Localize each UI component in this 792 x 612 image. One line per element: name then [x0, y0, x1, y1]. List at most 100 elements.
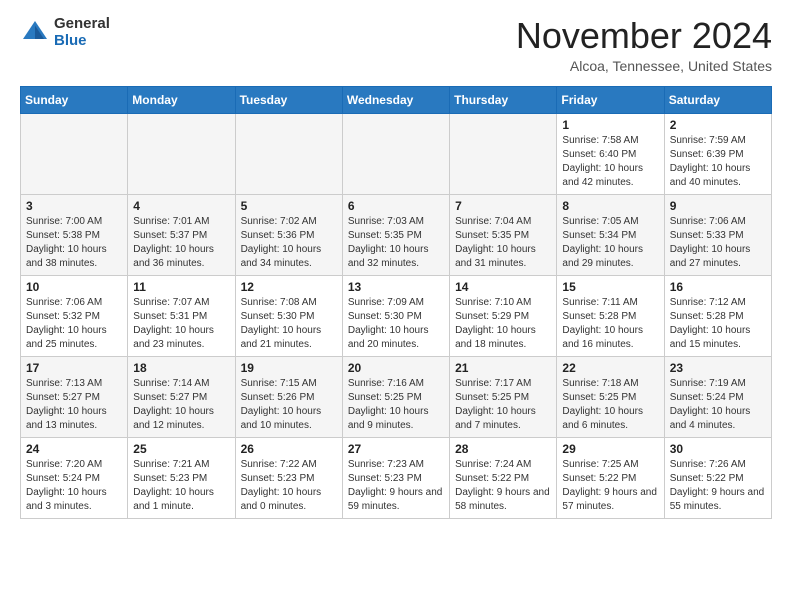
day-info: Sunrise: 7:13 AM Sunset: 5:27 PM Dayligh…	[26, 377, 122, 433]
day-info: Sunrise: 7:17 AM Sunset: 5:25 PM Dayligh…	[455, 377, 551, 433]
day-number: 12	[241, 280, 337, 294]
day-number: 6	[348, 199, 444, 213]
day-info: Sunrise: 7:22 AM Sunset: 5:23 PM Dayligh…	[241, 458, 337, 514]
calendar-cell: 4Sunrise: 7:01 AM Sunset: 5:37 PM Daylig…	[128, 194, 235, 275]
calendar-week-row: 17 Sunrise: 7:13 AM Sunset: 5:27 PM Dayli…	[21, 356, 772, 437]
calendar-cell: 12 Sunrise: 7:08 AM Sunset: 5:30 PM Dayli…	[235, 275, 342, 356]
day-info: Sunrise: 7:05 AM Sunset: 5:34 PM Dayligh…	[562, 215, 658, 271]
day-number: 10	[26, 280, 122, 294]
calendar-header-sunday: Sunday	[21, 86, 128, 113]
day-info: Sunrise: 7:59 AM Sunset: 6:39 PM Dayligh…	[670, 134, 766, 190]
day-number: 23	[670, 361, 766, 375]
calendar-header-tuesday: Tuesday	[235, 86, 342, 113]
day-number: 14	[455, 280, 551, 294]
logo-text: General Blue	[54, 16, 110, 49]
calendar-header-monday: Monday	[128, 86, 235, 113]
calendar-cell: 16 Sunrise: 7:12 AM Sunset: 5:28 PM Dayli…	[664, 275, 771, 356]
calendar-cell: 8 Sunrise: 7:05 AM Sunset: 5:34 PM Daylig…	[557, 194, 664, 275]
calendar-cell: 6 Sunrise: 7:03 AM Sunset: 5:35 PM Daylig…	[342, 194, 449, 275]
day-number: 15	[562, 280, 658, 294]
day-info: Sunrise: 7:04 AM Sunset: 5:35 PM Dayligh…	[455, 215, 551, 271]
calendar-cell: 26 Sunrise: 7:22 AM Sunset: 5:23 PM Dayli…	[235, 437, 342, 518]
day-number: 13	[348, 280, 444, 294]
calendar-cell: 20 Sunrise: 7:16 AM Sunset: 5:25 PM Dayli…	[342, 356, 449, 437]
day-number: 4	[133, 199, 229, 213]
calendar-cell: 30 Sunrise: 7:26 AM Sunset: 5:22 PM Dayli…	[664, 437, 771, 518]
calendar-cell: 24Sunrise: 7:20 AM Sunset: 5:24 PM Dayli…	[21, 437, 128, 518]
calendar-cell	[342, 113, 449, 194]
day-info: Sunrise: 7:16 AM Sunset: 5:25 PM Dayligh…	[348, 377, 444, 433]
day-info: Sunrise: 7:02 AM Sunset: 5:36 PM Dayligh…	[241, 215, 337, 271]
calendar-cell: 7 Sunrise: 7:04 AM Sunset: 5:35 PM Daylig…	[450, 194, 557, 275]
day-number: 30	[670, 442, 766, 456]
calendar-cell: 14Sunrise: 7:10 AM Sunset: 5:29 PM Dayli…	[450, 275, 557, 356]
calendar-header-wednesday: Wednesday	[342, 86, 449, 113]
day-number: 5	[241, 199, 337, 213]
day-number: 11	[133, 280, 229, 294]
day-info: Sunrise: 7:12 AM Sunset: 5:28 PM Dayligh…	[670, 296, 766, 352]
day-number: 8	[562, 199, 658, 213]
day-number: 20	[348, 361, 444, 375]
calendar-cell	[235, 113, 342, 194]
calendar-cell: 13 Sunrise: 7:09 AM Sunset: 5:30 PM Dayli…	[342, 275, 449, 356]
day-number: 18	[133, 361, 229, 375]
logo: General Blue	[20, 16, 110, 49]
day-info: Sunrise: 7:21 AM Sunset: 5:23 PM Dayligh…	[133, 458, 229, 514]
day-info: Sunrise: 7:24 AM Sunset: 5:22 PM Dayligh…	[455, 458, 551, 514]
calendar-cell: 1 Sunrise: 7:58 AM Sunset: 6:40 PM Daylig…	[557, 113, 664, 194]
calendar-cell: 5 Sunrise: 7:02 AM Sunset: 5:36 PM Daylig…	[235, 194, 342, 275]
day-info: Sunrise: 7:09 AM Sunset: 5:30 PM Dayligh…	[348, 296, 444, 352]
calendar-cell: 23Sunrise: 7:19 AM Sunset: 5:24 PM Dayli…	[664, 356, 771, 437]
calendar-cell: 2 Sunrise: 7:59 AM Sunset: 6:39 PM Daylig…	[664, 113, 771, 194]
day-info: Sunrise: 7:03 AM Sunset: 5:35 PM Dayligh…	[348, 215, 444, 271]
calendar-cell: 29 Sunrise: 7:25 AM Sunset: 5:22 PM Dayli…	[557, 437, 664, 518]
day-info: Sunrise: 7:25 AM Sunset: 5:22 PM Dayligh…	[562, 458, 658, 514]
calendar-header-row: SundayMondayTuesdayWednesdayThursdayFrid…	[21, 86, 772, 113]
day-number: 29	[562, 442, 658, 456]
calendar-cell: 11 Sunrise: 7:07 AM Sunset: 5:31 PM Dayli…	[128, 275, 235, 356]
month-title: November 2024	[516, 16, 772, 56]
logo-blue-text: Blue	[54, 33, 110, 50]
calendar-week-row: 1 Sunrise: 7:58 AM Sunset: 6:40 PM Daylig…	[21, 113, 772, 194]
day-info: Sunrise: 7:58 AM Sunset: 6:40 PM Dayligh…	[562, 134, 658, 190]
day-info: Sunrise: 7:18 AM Sunset: 5:25 PM Dayligh…	[562, 377, 658, 433]
calendar-header-saturday: Saturday	[664, 86, 771, 113]
calendar-cell: 3 Sunrise: 7:00 AM Sunset: 5:38 PM Daylig…	[21, 194, 128, 275]
day-number: 26	[241, 442, 337, 456]
calendar-week-row: 3 Sunrise: 7:00 AM Sunset: 5:38 PM Daylig…	[21, 194, 772, 275]
location: Alcoa, Tennessee, United States	[516, 58, 772, 74]
calendar-cell: 17 Sunrise: 7:13 AM Sunset: 5:27 PM Dayli…	[21, 356, 128, 437]
day-number: 17	[26, 361, 122, 375]
calendar-header-thursday: Thursday	[450, 86, 557, 113]
day-number: 25	[133, 442, 229, 456]
day-number: 19	[241, 361, 337, 375]
page: General Blue November 2024 Alcoa, Tennes…	[0, 0, 792, 535]
day-info: Sunrise: 7:23 AM Sunset: 5:23 PM Dayligh…	[348, 458, 444, 514]
calendar-cell: 22Sunrise: 7:18 AM Sunset: 5:25 PM Dayli…	[557, 356, 664, 437]
calendar-cell	[128, 113, 235, 194]
day-info: Sunrise: 7:00 AM Sunset: 5:38 PM Dayligh…	[26, 215, 122, 271]
day-info: Sunrise: 7:15 AM Sunset: 5:26 PM Dayligh…	[241, 377, 337, 433]
day-number: 7	[455, 199, 551, 213]
day-info: Sunrise: 7:26 AM Sunset: 5:22 PM Dayligh…	[670, 458, 766, 514]
day-number: 1	[562, 118, 658, 132]
calendar-cell	[450, 113, 557, 194]
calendar-cell: 9Sunrise: 7:06 AM Sunset: 5:33 PM Daylig…	[664, 194, 771, 275]
day-number: 2	[670, 118, 766, 132]
title-block: November 2024 Alcoa, Tennessee, United S…	[516, 16, 772, 74]
day-number: 27	[348, 442, 444, 456]
day-info: Sunrise: 7:11 AM Sunset: 5:28 PM Dayligh…	[562, 296, 658, 352]
calendar-week-row: 24Sunrise: 7:20 AM Sunset: 5:24 PM Dayli…	[21, 437, 772, 518]
calendar-cell: 10Sunrise: 7:06 AM Sunset: 5:32 PM Dayli…	[21, 275, 128, 356]
day-info: Sunrise: 7:06 AM Sunset: 5:33 PM Dayligh…	[670, 215, 766, 271]
day-number: 16	[670, 280, 766, 294]
day-info: Sunrise: 7:14 AM Sunset: 5:27 PM Dayligh…	[133, 377, 229, 433]
calendar-header-friday: Friday	[557, 86, 664, 113]
day-info: Sunrise: 7:07 AM Sunset: 5:31 PM Dayligh…	[133, 296, 229, 352]
day-number: 3	[26, 199, 122, 213]
day-info: Sunrise: 7:08 AM Sunset: 5:30 PM Dayligh…	[241, 296, 337, 352]
calendar-cell: 18 Sunrise: 7:14 AM Sunset: 5:27 PM Dayli…	[128, 356, 235, 437]
calendar-cell	[21, 113, 128, 194]
calendar-cell: 28Sunrise: 7:24 AM Sunset: 5:22 PM Dayli…	[450, 437, 557, 518]
calendar-cell: 27 Sunrise: 7:23 AM Sunset: 5:23 PM Dayli…	[342, 437, 449, 518]
